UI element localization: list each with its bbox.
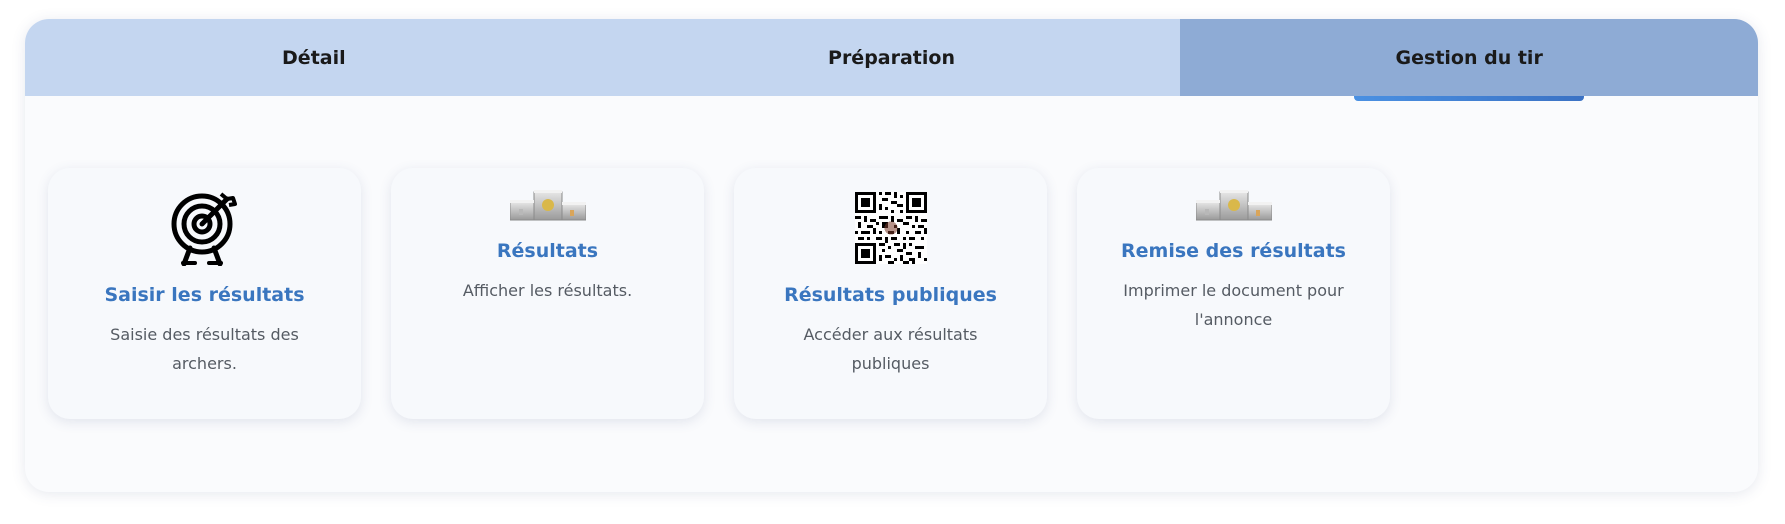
tab-detail[interactable]: Détail <box>25 19 603 96</box>
card-description: Afficher les résultats. <box>462 281 633 300</box>
tab-label: Préparation <box>828 46 955 69</box>
card-description: Accéder aux résultats publiques <box>803 325 978 373</box>
card-title: Remise des résultats <box>1121 240 1346 262</box>
active-tab-indicator <box>1354 96 1585 101</box>
podium-icon <box>1195 190 1272 222</box>
card-description: Imprimer le document pour l'annonce <box>1123 281 1344 329</box>
card-description: Saisie des résultats des archers. <box>110 325 299 373</box>
tab-label: Gestion du tir <box>1395 46 1543 69</box>
tab-preparation[interactable]: Préparation <box>603 19 1181 96</box>
shooting-management-panel: Détail Préparation Gestion du tir Saisir… <box>25 19 1758 492</box>
podium-icon <box>509 190 586 222</box>
tab-label: Détail <box>282 46 346 69</box>
card-resultats-publiques[interactable]: Résultats publiques Accéder aux résultat… <box>734 168 1047 419</box>
card-resultats[interactable]: Résultats Afficher les résultats. <box>391 168 704 419</box>
card-title: Résultats publiques <box>784 284 997 306</box>
card-remise-resultats[interactable]: Remise des résultats Imprimer le documen… <box>1077 168 1390 419</box>
action-cards: Saisir les résultats Saisie des résultat… <box>48 168 1390 419</box>
target-icon <box>171 190 239 266</box>
tab-bar: Détail Préparation Gestion du tir <box>25 19 1758 101</box>
card-title: Saisir les résultats <box>104 284 305 306</box>
card-saisir-resultats[interactable]: Saisir les résultats Saisie des résultat… <box>48 168 361 419</box>
tab-gestion-du-tir[interactable]: Gestion du tir <box>1180 19 1758 101</box>
qr-code-icon <box>854 190 927 266</box>
card-title: Résultats <box>496 240 599 262</box>
